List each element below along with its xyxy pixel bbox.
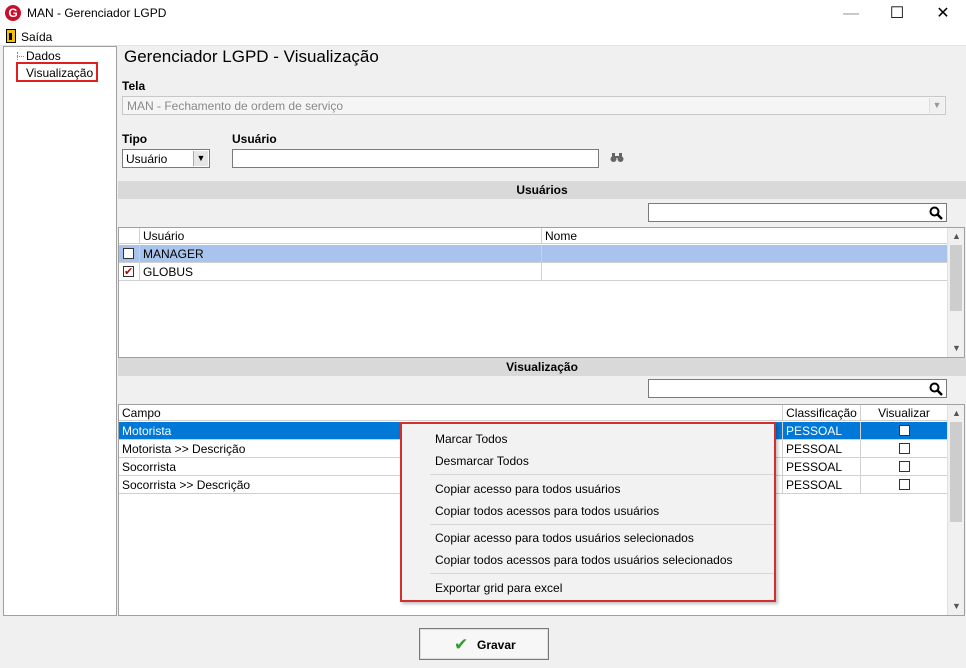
window-title: MAN - Gerenciador LGPD (27, 6, 167, 20)
page-title: Gerenciador LGPD - Visualização (124, 47, 379, 66)
binoculars-icon[interactable] (610, 152, 624, 166)
usuarios-grid-header: Usuário Nome (119, 228, 948, 244)
save-button-label: Gravar (477, 638, 516, 652)
chevron-down-icon: ▼ (929, 98, 944, 113)
visualizacao-section-header: Visualização (118, 358, 966, 376)
minimize-button[interactable]: — (828, 0, 874, 27)
table-row-usuario[interactable]: GLOBUS (140, 263, 542, 281)
menu-item-copiar-acesso-selecionados[interactable]: Copiar acesso para todos usuários seleci… (435, 531, 694, 545)
navigation-tree (3, 46, 117, 616)
chevron-down-icon[interactable]: ▼ (193, 151, 208, 166)
table-row-classificacao[interactable]: PESSOAL (783, 422, 861, 440)
menu-item-desmarcar-todos[interactable]: Desmarcar Todos (435, 454, 529, 468)
visualizar-checkbox[interactable] (899, 443, 910, 454)
scroll-down-icon[interactable]: ▼ (948, 598, 964, 615)
exit-menu-item[interactable]: Saída (21, 30, 52, 44)
menu-separator (430, 524, 774, 525)
usuario-checkbox-globus[interactable] (123, 263, 134, 280)
menu-separator (430, 573, 774, 574)
menu-item-copiar-todos-acessos-selecionados[interactable]: Copiar todos acessos para todos usuários… (435, 553, 733, 567)
menu-separator (430, 474, 774, 475)
visualizar-checkbox[interactable] (899, 425, 910, 436)
tree-connector (17, 56, 24, 57)
table-row-visualizar[interactable] (861, 458, 948, 476)
column-header-campo[interactable]: Campo (119, 405, 783, 421)
scroll-up-icon[interactable]: ▲ (948, 228, 964, 245)
table-row-nome[interactable] (542, 245, 948, 263)
tela-select-value: MAN - Fechamento de ordem de serviço (127, 99, 344, 113)
checkmark-icon: ✔ (454, 635, 469, 654)
menu-item-copiar-todos-acessos-todos[interactable]: Copiar todos acessos para todos usuários (435, 504, 659, 518)
column-header-classificacao[interactable]: Classificação (783, 405, 861, 421)
usuario-input[interactable] (232, 149, 599, 168)
scroll-down-icon[interactable]: ▼ (948, 340, 964, 357)
table-row-select-cell[interactable] (119, 245, 140, 263)
context-menu: Marcar Todos Desmarcar Todos Copiar aces… (400, 422, 776, 602)
tipo-select[interactable]: Usuário ▼ (122, 149, 210, 168)
table-row-nome[interactable] (542, 263, 948, 281)
column-header-nome[interactable]: Nome (542, 228, 948, 244)
table-row-visualizar[interactable] (861, 476, 948, 494)
scrollbar-thumb[interactable] (950, 422, 962, 522)
menu-item-copiar-acesso-todos[interactable]: Copiar acesso para todos usuários (435, 482, 620, 496)
column-header-usuario[interactable]: Usuário (140, 228, 542, 244)
table-row-classificacao[interactable]: PESSOAL (783, 476, 861, 494)
visualizar-checkbox[interactable] (899, 479, 910, 490)
visualizar-checkbox[interactable] (899, 461, 910, 472)
column-header-visualizar[interactable]: Visualizar (861, 405, 948, 421)
table-row-select-cell[interactable] (119, 263, 140, 281)
table-row-visualizar[interactable] (861, 440, 948, 458)
usuario-label: Usuário (232, 132, 277, 146)
search-icon[interactable] (929, 382, 943, 396)
tela-select: MAN - Fechamento de ordem de serviço ▼ (122, 96, 946, 115)
scroll-up-icon[interactable]: ▲ (948, 405, 964, 422)
save-button[interactable]: ✔ Gravar (419, 628, 549, 660)
tree-item-visualizacao[interactable]: Visualização (16, 62, 98, 82)
table-row-classificacao[interactable]: PESSOAL (783, 440, 861, 458)
menu-bar (0, 27, 966, 46)
usuarios-grid: Usuário Nome MANAGER GLOBUS ▲ ▼ (118, 227, 965, 358)
usuarios-section-header: Usuários (118, 181, 966, 199)
search-icon[interactable] (929, 206, 943, 220)
tela-label: Tela (122, 79, 146, 93)
scrollbar-thumb[interactable] (950, 245, 962, 311)
visualizacao-grid-header: Campo Classificação Visualizar (119, 405, 948, 421)
table-row-visualizar[interactable] (861, 422, 948, 440)
close-button[interactable]: ✕ (920, 0, 966, 27)
table-row-usuario[interactable]: MANAGER (140, 245, 542, 263)
usuario-checkbox-manager[interactable] (123, 248, 134, 259)
tipo-select-value: Usuário (126, 152, 168, 166)
usuarios-search-input[interactable] (648, 203, 947, 222)
maximize-button[interactable]: ☐ (874, 0, 920, 27)
app-logo-icon: G (5, 5, 21, 21)
tree-item-dados[interactable]: Dados (26, 49, 61, 63)
visualizacao-search-input[interactable] (648, 379, 947, 398)
table-row-classificacao[interactable]: PESSOAL (783, 458, 861, 476)
visualizacao-grid-scrollbar[interactable]: ▲ ▼ (947, 405, 964, 615)
menu-item-marcar-todos[interactable]: Marcar Todos (435, 432, 507, 446)
usuarios-grid-scrollbar[interactable]: ▲ ▼ (947, 228, 964, 357)
exit-door-icon[interactable] (6, 29, 16, 43)
menu-item-exportar-excel[interactable]: Exportar grid para excel (435, 581, 562, 595)
tipo-label: Tipo (122, 132, 148, 146)
header-select-cell (119, 228, 140, 244)
